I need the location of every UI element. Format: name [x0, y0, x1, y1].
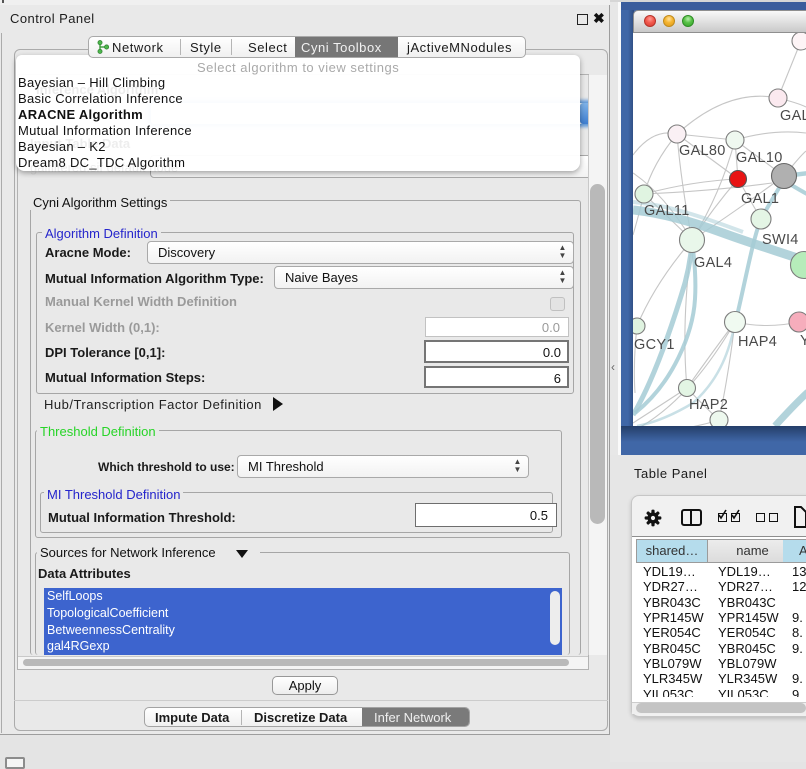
- svg-text:Y: Y: [800, 333, 806, 349]
- svg-text:GAL10: GAL10: [736, 150, 783, 166]
- svg-text:HAP4: HAP4: [738, 334, 777, 350]
- svg-text:GAL: GAL: [780, 108, 806, 124]
- svg-text:GAL80: GAL80: [679, 143, 726, 159]
- svg-text:SWI4: SWI4: [762, 232, 799, 248]
- svg-text:GCY1: GCY1: [634, 337, 675, 353]
- svg-text:GAL1: GAL1: [741, 191, 779, 207]
- svg-text:GAL11: GAL11: [644, 203, 690, 219]
- svg-text:GAL4: GAL4: [694, 255, 732, 271]
- svg-text:HAP2: HAP2: [689, 397, 728, 413]
